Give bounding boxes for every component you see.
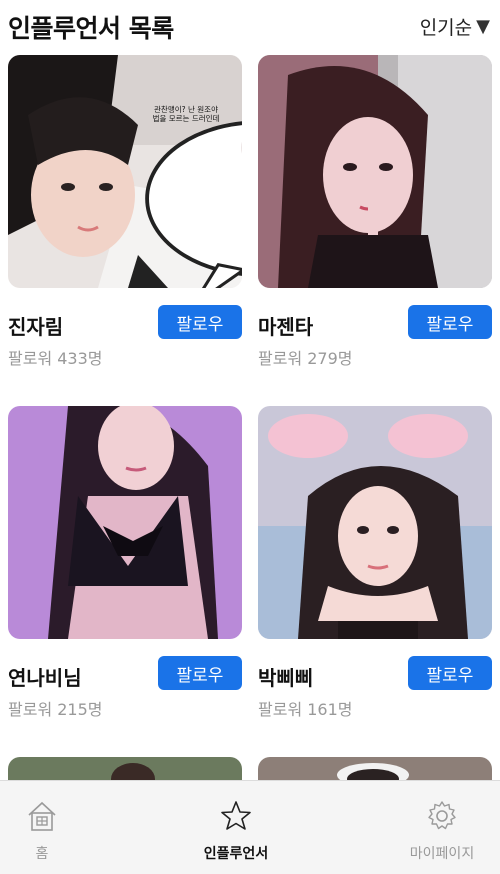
nav-item-home[interactable]: 홈 xyxy=(0,781,122,874)
bottom-navigation: 홈 인플루언서 마이페이지 xyxy=(0,780,500,874)
influencer-name: 진자림 xyxy=(8,315,64,339)
follower-count: 팔로워 279명 xyxy=(258,349,353,368)
follow-button[interactable]: 팔로우 xyxy=(408,305,492,339)
photo-placeholder-4 xyxy=(258,406,492,639)
follow-button[interactable]: 팔로우 xyxy=(158,656,242,690)
influencer-card[interactable]: 연나비님 팔로우 팔로워 215명 xyxy=(8,406,242,736)
nav-label-home: 홈 xyxy=(35,846,49,862)
influencer-name: 연나비님 xyxy=(8,666,82,690)
follower-count: 팔로워 433명 xyxy=(8,349,103,368)
photo-placeholder-5 xyxy=(8,757,242,780)
influencer-photo[interactable] xyxy=(258,55,492,288)
influencer-card[interactable]: 관찬맹이? 난 원조야 법을 모르는 드러인데 진자림 팔로우 팔로워 433명 xyxy=(8,55,242,385)
header: 인플루언서 목록 인기순 ▼ xyxy=(0,0,500,52)
influencer-card-partial[interactable] xyxy=(258,757,492,780)
nav-label-influencers: 인플루언서 xyxy=(203,846,269,862)
gear-icon xyxy=(428,801,456,830)
influencer-photo[interactable]: 관찬맹이? 난 원조야 법을 모르는 드러인데 xyxy=(8,55,242,288)
caret-down-icon: ▼ xyxy=(476,16,490,37)
influencer-card-partial[interactable] xyxy=(8,757,242,780)
influencer-name: 마젠타 xyxy=(258,315,314,339)
nav-item-influencers[interactable]: 인플루언서 xyxy=(156,781,316,874)
follower-count: 팔로워 161명 xyxy=(258,700,353,719)
influencer-photo[interactable] xyxy=(258,406,492,639)
influencer-photo[interactable] xyxy=(8,406,242,639)
follow-button[interactable]: 팔로우 xyxy=(408,656,492,690)
photo-placeholder-2 xyxy=(258,55,492,288)
influencer-card[interactable]: 마젠타 팔로우 팔로워 279명 xyxy=(258,55,492,385)
photo-placeholder-6 xyxy=(258,757,492,780)
nav-label-mypage: 마이페이지 xyxy=(409,846,475,862)
sort-label: 인기순 xyxy=(419,17,473,39)
page-title: 인플루언서 목록 xyxy=(8,14,174,43)
influencer-name: 박삐삐 xyxy=(258,666,314,690)
photo-placeholder-3 xyxy=(8,406,242,639)
speech-bubble-text: 관찬맹이? 난 원조야 법을 모르는 드러인데 xyxy=(152,105,220,123)
home-icon xyxy=(28,801,56,831)
influencer-photo[interactable] xyxy=(8,757,242,780)
follower-count: 팔로워 215명 xyxy=(8,700,103,719)
follow-button[interactable]: 팔로우 xyxy=(158,305,242,339)
influencer-photo[interactable] xyxy=(258,757,492,780)
star-icon xyxy=(221,801,251,830)
nav-item-mypage[interactable]: 마이페이지 xyxy=(362,781,500,874)
sort-dropdown[interactable]: 인기순 ▼ xyxy=(420,13,490,40)
influencer-card[interactable]: 박삐삐 팔로우 팔로워 161명 xyxy=(258,406,492,736)
